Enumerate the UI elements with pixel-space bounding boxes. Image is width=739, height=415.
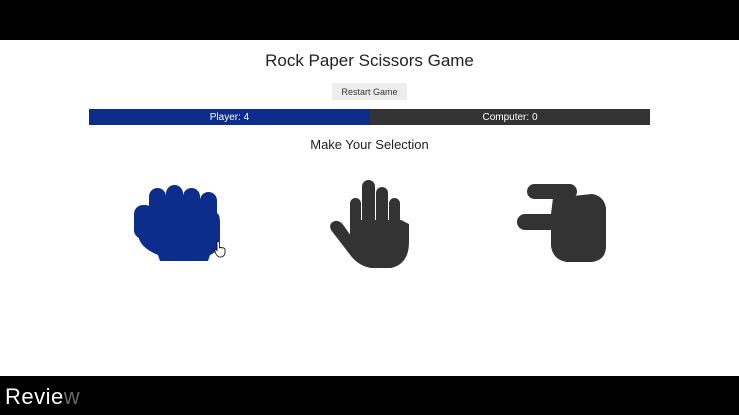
score-bar: Player: 4 Computer: 0 [89, 109, 650, 125]
watermark-main: Revie [5, 384, 64, 409]
watermark-faded: w [63, 384, 81, 409]
hand-rock-icon [134, 185, 220, 261]
player-score: Player: 4 [89, 109, 370, 125]
page-title: Rock Paper Scissors Game [265, 51, 474, 70]
paper-choice-button[interactable] [329, 180, 411, 270]
pointer-cursor-icon [214, 241, 226, 258]
computer-score: Computer: 0 [370, 109, 650, 125]
hand-paper-icon [330, 180, 409, 268]
letterbox-top [0, 0, 739, 40]
watermark: Review [5, 384, 80, 410]
rock-choice-button[interactable] [130, 183, 224, 263]
selection-prompt: Make Your Selection [310, 137, 429, 152]
hand-scissors-icon [517, 184, 606, 262]
scissors-choice-button[interactable] [517, 184, 609, 264]
game-page: Rock Paper Scissors Game Restart Game Pl… [0, 40, 739, 376]
letterbox-bottom [0, 376, 739, 415]
restart-game-button[interactable]: Restart Game [332, 83, 407, 100]
